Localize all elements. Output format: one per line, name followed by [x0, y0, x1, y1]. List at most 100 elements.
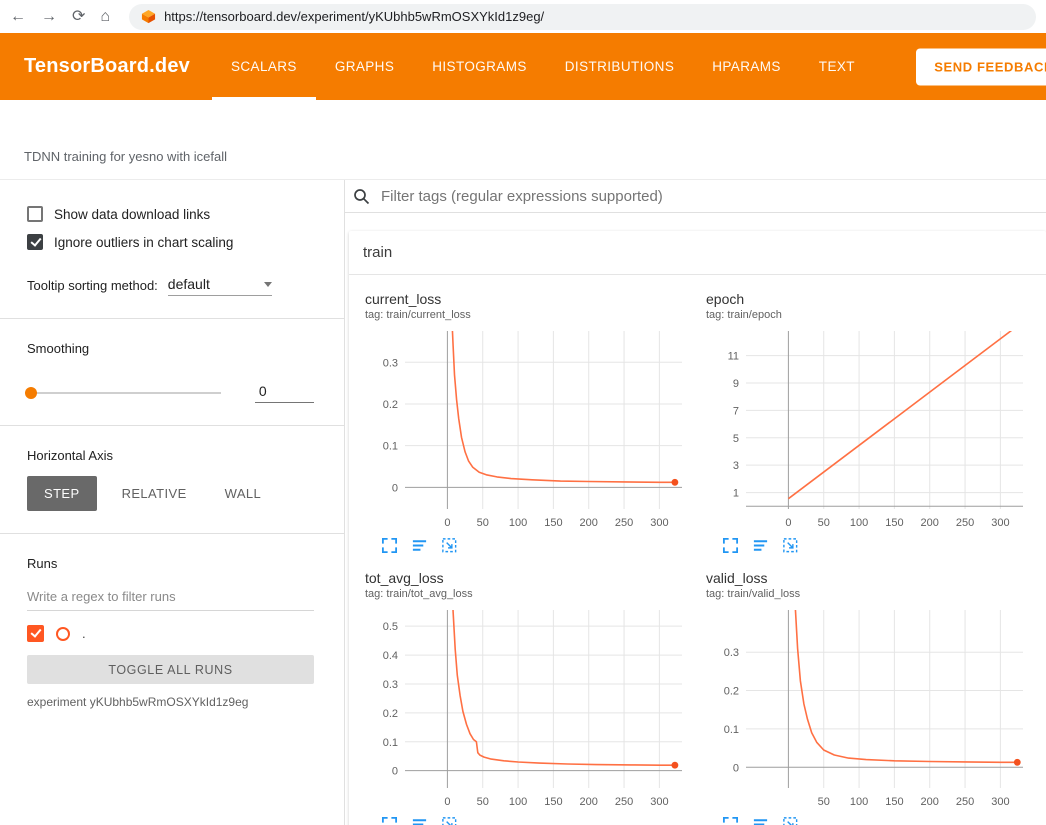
step-axis-button[interactable]: STEP — [27, 476, 97, 511]
tab-scalars[interactable]: SCALARS — [212, 33, 316, 100]
run-row[interactable]: . — [27, 625, 314, 642]
tooltip-sorting-dropdown[interactable]: default — [168, 276, 272, 296]
horizontal-axis-label: Horizontal Axis — [27, 448, 314, 463]
chart-plot[interactable]: 1357911050100150200250300 — [700, 325, 1035, 535]
x-tick-label: 50 — [477, 517, 489, 529]
chart-plot[interactable]: 00.10.20.3050100150200250300 — [359, 325, 694, 535]
content: Show data download links Ignore outliers… — [0, 180, 1046, 825]
x-tick-label: 100 — [850, 517, 868, 529]
chart-title: tot_avg_loss — [359, 570, 700, 587]
y-tick-label: 3 — [733, 460, 739, 472]
y-tick-label: 0.1 — [383, 441, 398, 453]
y-tick-label: 0.2 — [383, 399, 398, 411]
chart-plot[interactable]: 00.10.20.30.40.5050100150200250300 — [359, 604, 694, 814]
smoothing-slider[interactable] — [27, 392, 221, 394]
expand-chart-icon[interactable] — [381, 537, 398, 554]
x-tick-label: 0 — [444, 796, 450, 808]
charts-grid: current_losstag: train/current_loss 0 0.1 0… — [349, 275, 1046, 825]
series-line — [791, 604, 1018, 762]
app-header: TensorBoard.dev SCALARS GRAPHS HISTOGRAM… — [0, 33, 1046, 100]
run-color-swatch — [56, 627, 70, 641]
expand-chart-icon[interactable] — [381, 816, 398, 825]
smoothing-slider-thumb[interactable] — [25, 387, 37, 399]
ignore-outliers-label: Ignore outliers in chart scaling — [54, 235, 233, 250]
series-line — [450, 604, 675, 765]
y-tick-label: 0 — [392, 766, 398, 778]
smoothing-value-field[interactable]: 0 — [255, 382, 314, 403]
x-tick-label: 200 — [580, 517, 598, 529]
expand-chart-icon[interactable] — [722, 816, 739, 825]
tooltip-sorting-label: Tooltip sorting method: — [27, 278, 158, 296]
y-tick-label: 0 — [733, 762, 739, 774]
reload-icon[interactable]: ⟳ — [72, 9, 85, 25]
y-tick-label: 11 — [728, 351, 739, 363]
x-tick-label: 50 — [818, 796, 830, 808]
chart-tag: tag: train/tot_avg_loss — [359, 588, 700, 600]
x-tick-label: 250 — [956, 517, 974, 529]
back-icon[interactable]: ← — [10, 9, 26, 25]
end-point-dot — [1014, 759, 1021, 766]
tab-graphs[interactable]: GRAPHS — [316, 33, 413, 100]
show-download-links-checkbox[interactable] — [27, 206, 43, 222]
x-tick-label: 250 — [615, 517, 633, 529]
x-tick-label: 300 — [650, 796, 668, 808]
tab-histograms[interactable]: HISTOGRAMS — [413, 33, 546, 100]
fit-domain-icon[interactable] — [782, 537, 799, 554]
chart-toolbar — [700, 816, 1041, 825]
home-icon[interactable]: ⌂ — [100, 9, 110, 25]
run-checkbox[interactable] — [27, 625, 44, 642]
y-axis-toggle-icon[interactable] — [411, 816, 428, 825]
chevron-down-icon — [264, 282, 272, 287]
expand-chart-icon[interactable] — [722, 537, 739, 554]
train-card: train current_losstag: train/current_los… — [349, 231, 1046, 825]
chart-tag: tag: train/current_loss — [359, 309, 700, 321]
runs-filter-input[interactable] — [27, 583, 314, 611]
tag-filter-input[interactable] — [379, 187, 1003, 206]
tab-text[interactable]: TEXT — [800, 33, 874, 100]
fit-domain-icon[interactable] — [441, 816, 458, 825]
section-title: train — [363, 244, 392, 261]
x-tick-label: 200 — [921, 517, 939, 529]
fit-domain-icon[interactable] — [441, 537, 458, 554]
experiment-title: TDNN training for yesno with icefall — [24, 149, 227, 164]
address-bar[interactable]: https://tensorboard.dev/experiment/yKUbh… — [129, 4, 1036, 30]
x-tick-label: 100 — [509, 517, 527, 529]
tag-filter-row — [345, 180, 1046, 213]
chart-toolbar — [359, 816, 700, 825]
ignore-outliers-row[interactable]: Ignore outliers in chart scaling — [27, 234, 314, 250]
brand-logo[interactable]: TensorBoard.dev — [24, 55, 190, 78]
tab-distributions[interactable]: DISTRIBUTIONS — [546, 33, 693, 100]
train-card-header[interactable]: train — [349, 231, 1046, 275]
chart-toolbar — [700, 537, 1041, 554]
relative-axis-button[interactable]: RELATIVE — [109, 476, 200, 511]
y-axis-toggle-icon[interactable] — [411, 537, 428, 554]
show-download-links-row[interactable]: Show data download links — [27, 206, 314, 222]
forward-icon[interactable]: → — [41, 9, 57, 25]
y-axis-toggle-icon[interactable] — [752, 537, 769, 554]
tooltip-sorting-value: default — [168, 276, 210, 292]
chart-tag: tag: train/valid_loss — [700, 588, 1041, 600]
experiment-title-bar: TDNN training for yesno with icefall — [0, 100, 1046, 180]
url-text: https://tensorboard.dev/experiment/yKUbh… — [164, 9, 544, 24]
runs-label: Runs — [27, 556, 314, 571]
x-tick-label: 100 — [509, 796, 527, 808]
chart-plot[interactable]: 00.10.20.350100150200250300 — [700, 604, 1035, 814]
tab-hparams[interactable]: HPARAMS — [693, 33, 800, 100]
x-tick-label: 300 — [991, 796, 1009, 808]
x-tick-label: 300 — [991, 517, 1009, 529]
x-tick-label: 50 — [818, 517, 830, 529]
fit-domain-icon[interactable] — [782, 816, 799, 825]
y-tick-label: 7 — [733, 405, 739, 417]
chart-title: current_loss — [359, 291, 700, 308]
ignore-outliers-checkbox[interactable] — [27, 234, 43, 250]
tensorboard-favicon — [141, 9, 156, 24]
y-tick-label: 0.4 — [383, 650, 398, 662]
x-tick-label: 200 — [921, 796, 939, 808]
y-axis-toggle-icon[interactable] — [752, 816, 769, 825]
y-tick-label: 9 — [733, 378, 739, 390]
send-feedback-button[interactable]: SEND FEEDBACK — [916, 48, 1046, 85]
toggle-all-runs-button[interactable]: TOGGLE ALL RUNS — [27, 655, 314, 684]
wall-axis-button[interactable]: WALL — [212, 476, 275, 511]
main-nav: SCALARS GRAPHS HISTOGRAMS DISTRIBUTIONS … — [212, 33, 874, 100]
x-tick-label: 100 — [850, 796, 868, 808]
